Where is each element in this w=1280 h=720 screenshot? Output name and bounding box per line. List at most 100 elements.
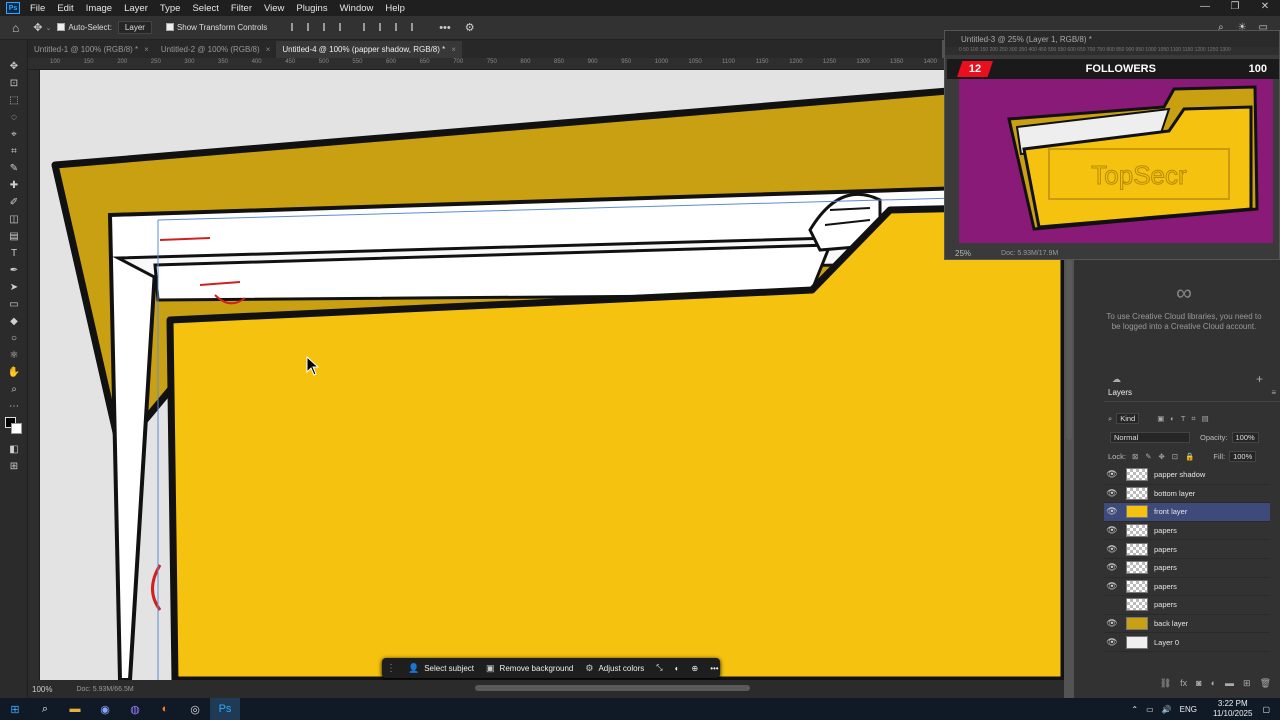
menu-file[interactable]: File: [24, 3, 51, 14]
arrange-icon[interactable]: ⊕: [692, 664, 699, 673]
show-transform-checkbox[interactable]: Show Transform Controls: [165, 23, 267, 32]
eye-hidden-icon[interactable]: 👁: [1104, 599, 1120, 610]
close-icon[interactable]: ×: [144, 45, 149, 54]
brush-tool-icon[interactable]: ✐: [0, 194, 28, 211]
float-zoom[interactable]: 25%: [955, 249, 971, 258]
move-tool-icon[interactable]: ✥: [33, 21, 42, 34]
photoshop-taskbar-icon[interactable]: Ps: [210, 698, 240, 720]
eye-icon[interactable]: 👁: [1104, 469, 1120, 480]
menu-type[interactable]: Type: [154, 3, 187, 14]
layer-row[interactable]: 👁 papper shadow: [1104, 466, 1270, 485]
eye-icon[interactable]: 👁: [1104, 581, 1120, 592]
menu-image[interactable]: Image: [80, 3, 118, 14]
menu-window[interactable]: Window: [334, 3, 380, 14]
pen-tool-icon[interactable]: ✒: [0, 262, 28, 279]
more-options-icon[interactable]: •••: [710, 664, 718, 673]
marquee-tool-icon[interactable]: ⬚: [0, 92, 28, 109]
more-options-icon[interactable]: •••: [439, 22, 451, 34]
chevron-down-icon[interactable]: ⌄: [45, 24, 51, 32]
cloud-icon[interactable]: ☁: [1112, 374, 1121, 385]
close-icon[interactable]: ✕: [1250, 0, 1280, 16]
layer-row[interactable]: 👁 papers: [1104, 596, 1270, 615]
mask-icon[interactable]: ◙: [1196, 678, 1201, 692]
restore-icon[interactable]: ❐: [1220, 0, 1250, 16]
hand-tool-icon[interactable]: ✋: [0, 364, 28, 381]
lasso-tool-icon[interactable]: ◌: [0, 109, 28, 126]
mask-icon[interactable]: ◐: [675, 664, 680, 673]
tab-untitled-4[interactable]: Untitled-4 @ 100% (papper shadow, RGB/8)…: [276, 41, 462, 58]
tab-untitled-2[interactable]: Untitled-2 @ 100% (RGB/8) ×: [155, 41, 277, 58]
firefox-icon[interactable]: ◐: [150, 698, 180, 720]
float-window-title[interactable]: Untitled-3 @ 25% (Layer 1, RGB/8) *: [945, 31, 1279, 47]
layer-select-dropdown[interactable]: Layer: [117, 21, 152, 34]
notification-icon[interactable]: ▢: [1262, 705, 1270, 714]
transform-icon[interactable]: ⤡: [656, 663, 662, 673]
panel-menu-icon[interactable]: ≡: [1271, 388, 1276, 397]
gradient-tool-icon[interactable]: ▤: [0, 228, 28, 245]
floating-document-window[interactable]: Untitled-3 @ 25% (Layer 1, RGB/8) * 0 50…: [944, 30, 1280, 260]
filter-icons[interactable]: ▣◐T⌗▤: [1157, 414, 1215, 424]
fill-input[interactable]: 100%: [1229, 451, 1257, 462]
path-select-tool-icon[interactable]: ➤: [0, 279, 28, 296]
add-icon[interactable]: +: [1256, 372, 1263, 386]
eye-icon[interactable]: 👁: [1104, 488, 1120, 499]
healing-tool-icon[interactable]: ✚: [0, 177, 28, 194]
layers-title[interactable]: Layers: [1108, 388, 1132, 397]
eye-icon[interactable]: 👁: [1104, 525, 1120, 536]
trash-icon[interactable]: 🗑: [1260, 678, 1271, 692]
app-icon[interactable]: ◉: [90, 698, 120, 720]
layer-row-selected[interactable]: 👁 front layer: [1104, 503, 1270, 522]
layer-row[interactable]: 👁 bottom layer: [1104, 485, 1270, 504]
color-swatches[interactable]: [0, 415, 27, 441]
layer-row[interactable]: 👁 papers: [1104, 559, 1270, 578]
minimize-icon[interactable]: —: [1190, 0, 1220, 16]
eye-icon[interactable]: 👁: [1104, 562, 1120, 573]
close-icon[interactable]: ×: [266, 45, 271, 54]
paint-bucket-tool-icon[interactable]: ◆: [0, 313, 28, 330]
chevron-up-icon[interactable]: ⌃: [1131, 705, 1138, 714]
more-tools-icon[interactable]: ⋯: [0, 398, 28, 415]
menu-plugins[interactable]: Plugins: [290, 3, 333, 14]
layer-row[interactable]: 👁 back layer: [1104, 615, 1270, 634]
menu-edit[interactable]: Edit: [51, 3, 79, 14]
layer-row[interactable]: 👁 Layer 0: [1104, 633, 1270, 652]
eraser-tool-icon[interactable]: ◫: [0, 211, 28, 228]
screen-mode-icon[interactable]: ⊞: [0, 458, 28, 475]
rectangle-tool-icon[interactable]: ▭: [0, 296, 28, 313]
document-canvas[interactable]: [40, 70, 1064, 680]
network-icon[interactable]: ▭: [1146, 705, 1154, 714]
pattern-tool-icon[interactable]: ⚛: [0, 347, 28, 364]
menu-select[interactable]: Select: [186, 3, 224, 14]
eye-icon[interactable]: 👁: [1104, 637, 1120, 648]
opacity-input[interactable]: 100%: [1231, 432, 1259, 443]
vertical-scrollbar[interactable]: [1066, 260, 1072, 440]
eye-icon[interactable]: 👁: [1104, 618, 1120, 629]
lock-icons[interactable]: ⊠✎✥⊡🔒: [1132, 452, 1201, 461]
object-select-tool-icon[interactable]: ⌖: [0, 126, 28, 143]
align-buttons[interactable]: [283, 22, 419, 34]
menu-layer[interactable]: Layer: [118, 3, 154, 14]
kind-filter[interactable]: ⌕ Kind ▣◐T⌗▤: [1108, 413, 1215, 424]
gear-icon[interactable]: ⚙: [465, 21, 475, 34]
folder-icon[interactable]: ▬: [1225, 678, 1234, 692]
language-indicator[interactable]: ENG: [1180, 705, 1197, 714]
obs-icon[interactable]: ◎: [180, 698, 210, 720]
fx-icon[interactable]: fx: [1180, 678, 1187, 692]
search-icon[interactable]: ⌕: [30, 698, 60, 720]
eye-icon[interactable]: 👁: [1104, 506, 1120, 517]
menu-filter[interactable]: Filter: [225, 3, 258, 14]
eye-icon[interactable]: 👁: [1104, 544, 1120, 555]
volume-icon[interactable]: 🔊: [1162, 705, 1172, 714]
messenger-icon[interactable]: ◍: [120, 698, 150, 720]
eyedropper-tool-icon[interactable]: ✎: [0, 160, 28, 177]
adjust-colors-button[interactable]: ⚙ Adjust colors: [585, 663, 644, 674]
blend-mode-dropdown[interactable]: Normal: [1110, 432, 1190, 443]
kind-dropdown[interactable]: Kind: [1116, 413, 1140, 424]
select-subject-button[interactable]: 👤 Select subject: [408, 663, 474, 674]
layer-row[interactable]: 👁 papers: [1104, 540, 1270, 559]
file-explorer-icon[interactable]: ▬: [60, 698, 90, 720]
ellipse-tool-icon[interactable]: ○: [0, 330, 28, 347]
artboard-tool-icon[interactable]: ⊡: [0, 75, 28, 92]
new-layer-icon[interactable]: ⊞: [1243, 678, 1251, 692]
menu-view[interactable]: View: [258, 3, 290, 14]
